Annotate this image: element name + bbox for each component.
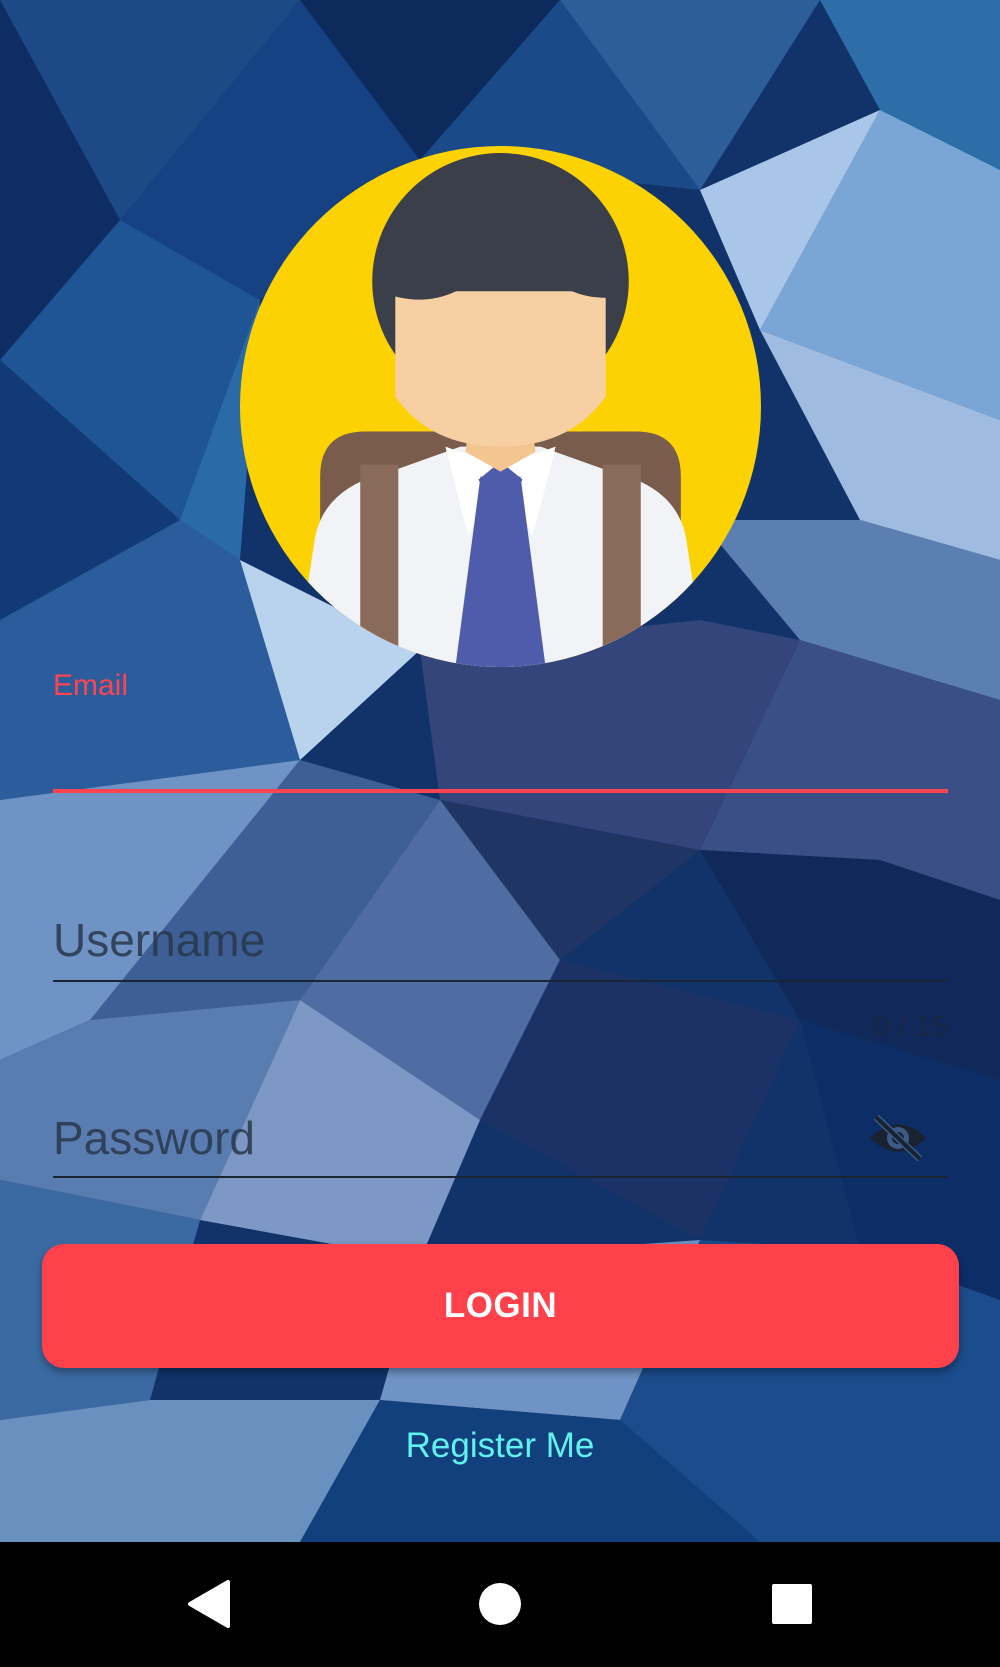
register-link[interactable]: Register Me: [0, 1426, 1000, 1466]
recents-square-icon[interactable]: [760, 1572, 824, 1636]
username-field: 0 / 15: [53, 900, 948, 1043]
login-button[interactable]: LOGIN: [42, 1244, 959, 1368]
password-field: [53, 1095, 948, 1180]
email-label: Email: [53, 669, 129, 702]
username-character-counter: 0 / 15: [872, 1010, 948, 1043]
password-input[interactable]: [53, 1098, 873, 1178]
eye-off-icon[interactable]: [868, 1113, 928, 1163]
login-screen: Email 0 / 15 LOGIN Register Me: [0, 0, 1000, 1542]
system-navigation-bar: [0, 1542, 1000, 1667]
back-triangle-icon[interactable]: [178, 1572, 242, 1636]
email-field[interactable]: Email: [53, 655, 948, 795]
username-underline: [53, 980, 948, 982]
user-avatar-icon: [240, 146, 761, 667]
email-underline: [53, 789, 948, 793]
password-underline: [53, 1176, 948, 1178]
username-input[interactable]: [53, 900, 873, 980]
home-circle-icon[interactable]: [468, 1572, 532, 1636]
